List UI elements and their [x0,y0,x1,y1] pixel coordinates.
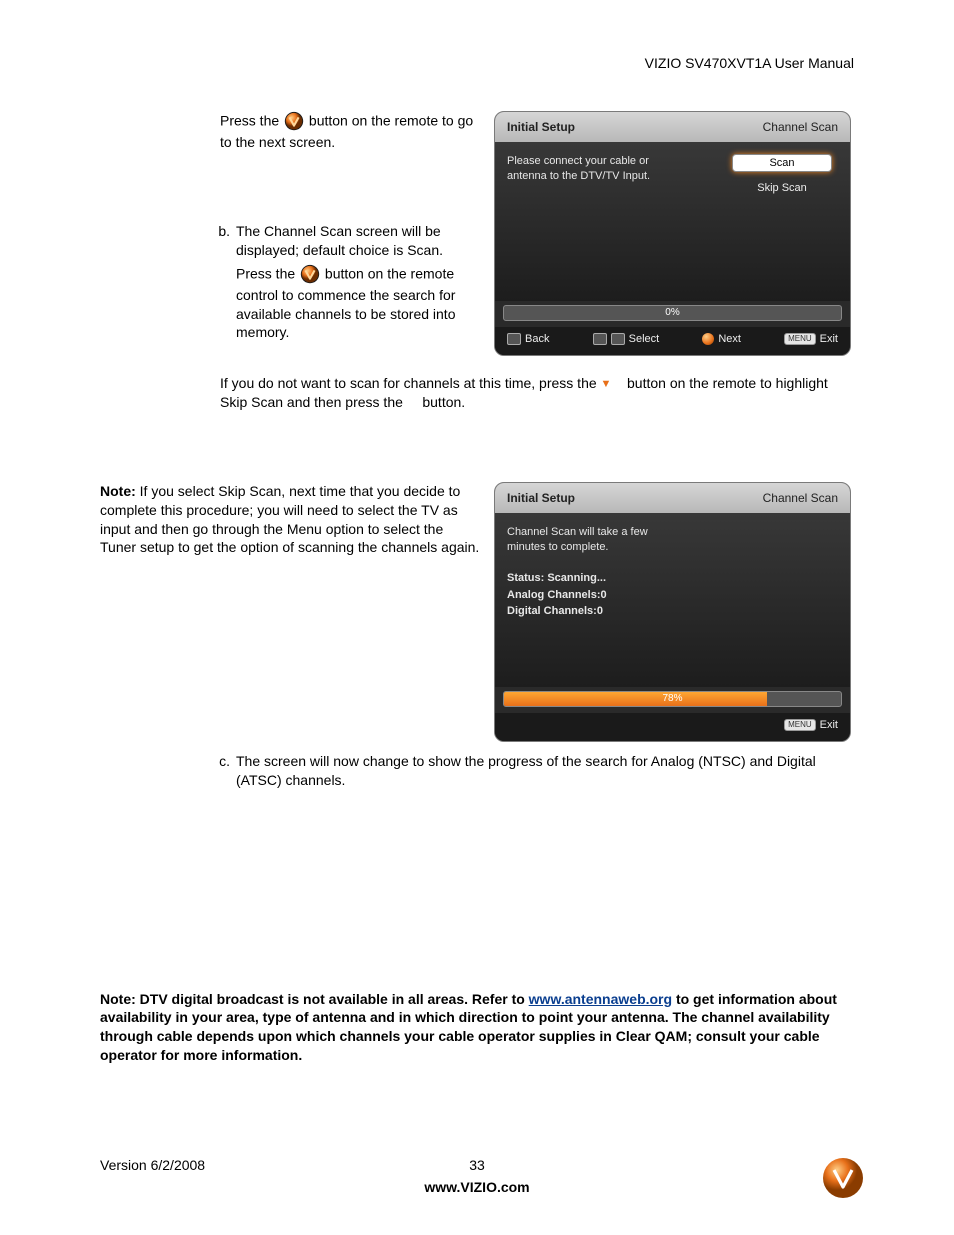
note1-text: Note: If you select Skip Scan, next time… [100,482,482,558]
item-c: c. The screen will now change to show th… [100,752,854,790]
version-text: Version 6/2/2008 [100,1157,447,1173]
doc-title: VIZIO SV470XVT1A User Manual [645,55,854,71]
figure-osd2: Initial Setup Channel Scan Channel Scan … [494,482,854,742]
note1-row: Note: If you select Skip Scan, next time… [100,482,854,742]
osd-title-right: Channel Scan [763,491,838,505]
osd-header: Initial Setup Channel Scan [495,112,850,142]
vizio-button-icon [299,264,321,286]
osd-title-left: Initial Setup [507,491,575,505]
progress-bar: 78% [503,691,842,707]
section-a-row: Press the button on the remote to go to … [100,111,854,356]
osd-status: Status: Scanning... Analog Channels:0 Di… [507,570,838,620]
status-line: Status: Scanning... [507,570,838,587]
osd-footer: Back Select Next MENUExit [495,327,850,355]
osd-message: Please connect your cable or antenna to … [507,154,687,184]
vizio-logo-icon [822,1157,864,1199]
up-icon [611,333,625,345]
section-a-text: Press the button on the remote to go to … [100,111,482,342]
skip-scan-option[interactable]: Skip Scan [732,182,832,194]
progress-bar: 0% [503,305,842,321]
antennaweb-link[interactable]: www.antennaweb.org [529,991,672,1007]
section-b-para3: If you do not want to scan for channels … [100,374,854,412]
osd-footer: MENUExit [495,713,850,741]
menu-icon: MENU [784,333,816,345]
doc-header: VIZIO SV470XVT1A User Manual [100,55,854,71]
footer-exit[interactable]: MENUExit [784,719,838,731]
progress-label: 78% [504,692,841,706]
list-marker-b: b. [190,222,236,342]
item-c-body: The screen will now change to show the p… [236,752,854,790]
note-label: Note: [100,483,136,499]
osd-channel-scan-start: Initial Setup Channel Scan Please connec… [494,111,851,356]
vizio-button-icon [283,111,305,133]
note2: Note: DTV digital broadcast is not avail… [100,990,854,1066]
osd-header: Initial Setup Channel Scan [495,483,850,513]
text: Press the [220,113,283,129]
footer-back[interactable]: Back [507,333,549,345]
progress-label: 0% [504,306,841,320]
footer-next[interactable]: Next [702,333,741,345]
footer-line: Version 6/2/2008 33 [100,1157,854,1173]
osd-message: Channel Scan will take a few minutes to … [507,525,687,555]
back-icon [507,333,521,345]
vizio-dot-icon [702,333,714,345]
down-icon [593,333,607,345]
note2-pre: Note: DTV digital broadcast is not avail… [100,991,529,1007]
text: If you select Skip Scan, next time that … [100,483,479,556]
down-arrow-icon: ▼ [601,377,612,392]
menu-icon: MENU [784,719,816,731]
page-footer: Version 6/2/2008 33 www.VIZIO.com [100,1157,854,1195]
page-number: 33 [447,1157,507,1173]
osd-body: Please connect your cable or antenna to … [495,142,850,301]
list-marker-c: c. [190,752,236,790]
analog-count: Analog Channels:0 [507,587,838,604]
osd-scan-options: Scan Skip Scan [732,154,832,194]
text: Press the button on the remote control t… [236,264,482,343]
footer-select[interactable]: Select [593,333,660,345]
footer-url: www.VIZIO.com [100,1179,854,1195]
page: VIZIO SV470XVT1A User Manual Press the b… [0,0,954,1235]
digital-count: Digital Channels:0 [507,603,838,620]
item-b: b. The Channel Scan screen will be displ… [190,222,482,342]
osd-channel-scan-progress: Initial Setup Channel Scan Channel Scan … [494,482,851,742]
scan-button[interactable]: Scan [732,154,832,172]
osd-body: Channel Scan will take a few minutes to … [495,513,850,687]
osd-title-right: Channel Scan [763,120,838,134]
footer-exit[interactable]: MENUExit [784,333,838,345]
osd-title-left: Initial Setup [507,120,575,134]
item-b-body: The Channel Scan screen will be displaye… [236,222,482,342]
figure-osd1: Initial Setup Channel Scan Please connec… [494,111,854,356]
text: The Channel Scan screen will be displaye… [236,222,482,260]
